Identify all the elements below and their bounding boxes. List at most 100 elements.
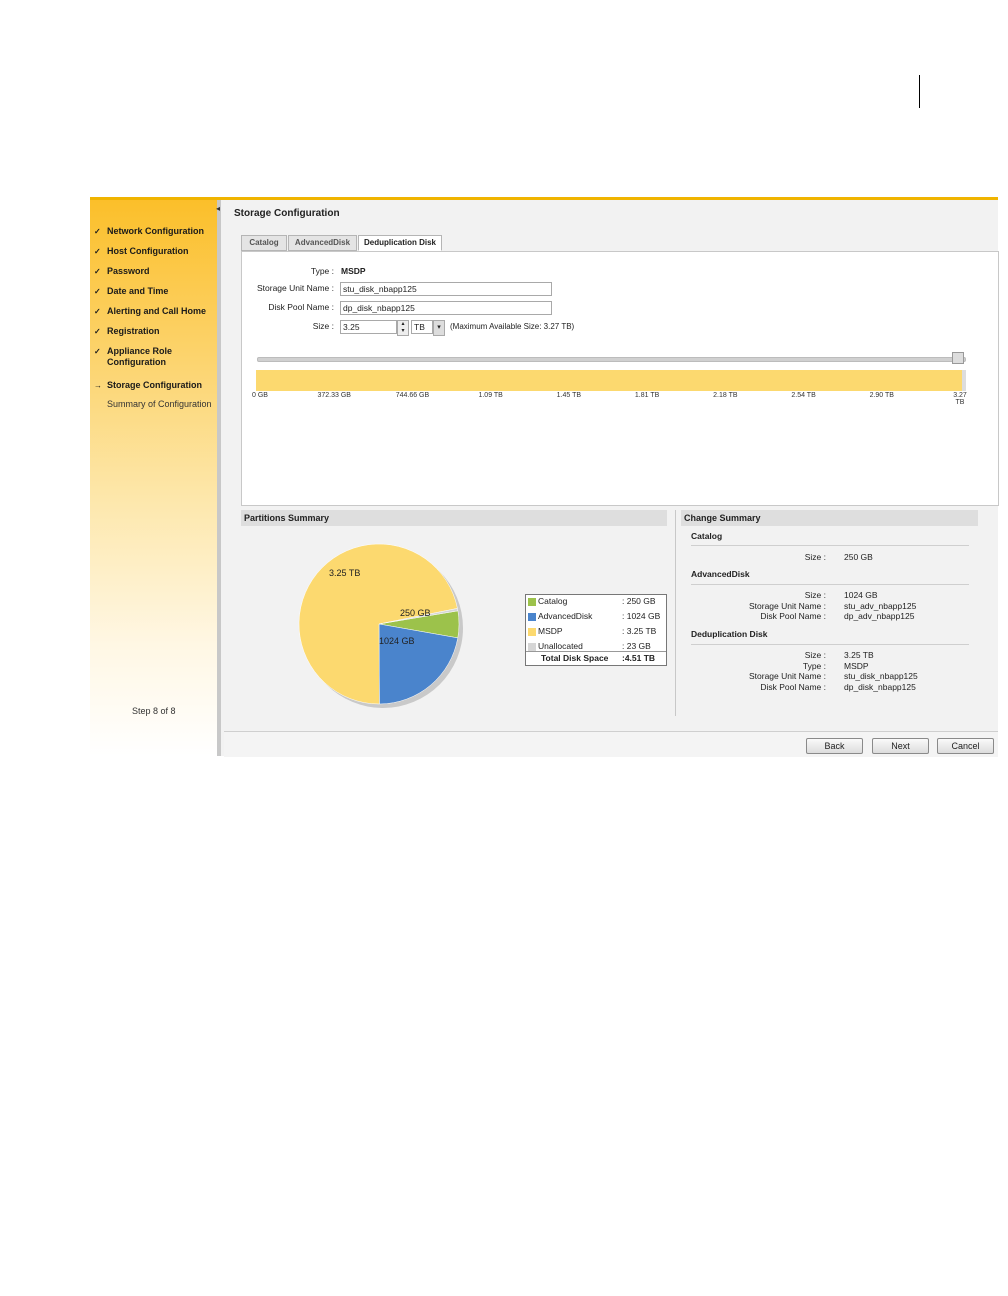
legend-name: Catalog [538, 596, 568, 606]
summary-dedup-stu-key: Storage Unit Name : [748, 671, 826, 681]
deduplication-disk-panel: Type : MSDP Storage Unit Name : stu_disk… [241, 251, 999, 506]
size-spinner[interactable]: ▴ ▾ [397, 320, 409, 336]
current-step-arrow-icon: → [94, 381, 102, 390]
scale-label: 2.54 TB [791, 392, 816, 399]
checkmark-icon: ✓ [94, 327, 101, 336]
checkmark-icon: ✓ [94, 247, 101, 256]
scale-label: 1.81 TB [634, 392, 660, 399]
next-button[interactable]: Next [872, 738, 929, 754]
scale-label: 3.27 TB [953, 392, 967, 406]
size-allocation-fill [256, 370, 962, 391]
legend-name: MSDP [538, 626, 563, 636]
storage-unit-name-input[interactable]: stu_disk_nbapp125 [340, 282, 552, 296]
legend-value: : 250 GB [622, 596, 656, 606]
summary-catalog-size-value: 250 GB [844, 552, 873, 562]
max-available-size: (Maximum Available Size: 3.27 TB) [450, 322, 575, 331]
summary-adv-dp-value: dp_adv_nbapp125 [844, 611, 915, 621]
main-content: Storage Configuration Catalog AdvancedDi… [224, 200, 999, 757]
sidebar-item-label: Host Configuration [107, 246, 189, 256]
legend-swatch-advanceddisk [528, 613, 536, 621]
scale-label: 2.90 TB [869, 392, 894, 399]
sidebar-item-label: Alerting and Call Home [107, 306, 207, 316]
summary-dedup-size-key: Size : [804, 650, 826, 660]
pie-label-advanceddisk: 1024 GB [379, 636, 415, 646]
legend-total-row: Total Disk Space :4.51 TB [526, 651, 666, 666]
scale-label: 0 GB [252, 392, 268, 399]
summary-catalog-size-key: Size : [804, 552, 826, 562]
unit-dropdown-button[interactable]: ▾ [433, 320, 445, 336]
tab-advanceddisk[interactable]: AdvancedDisk [288, 235, 357, 251]
partitions-pie-chart [298, 543, 463, 708]
legend-name: Unallocated [538, 641, 583, 651]
collapse-arrow-icon[interactable]: ◂ [216, 204, 220, 213]
size-input[interactable]: 3.25 [340, 320, 397, 334]
appliance-wizard-window: ✓ Network Configuration ✓ Host Configuratio… [90, 197, 999, 757]
scale-label: 2.18 TB [713, 392, 738, 399]
size-allocation-bar [256, 370, 966, 391]
summary-adv-stu-value: stu_adv_nbapp125 [844, 601, 917, 611]
summary-dedup-title: Deduplication Disk [691, 629, 768, 639]
sidebar-item-label: Date and Time [107, 286, 169, 296]
disk-pool-name-label: Disk Pool Name : [268, 302, 334, 312]
page-margin-rule [919, 75, 920, 108]
partitions-summary-panel: Partitions Summary 3.25 TB 250 GB 1024 G… [241, 510, 667, 716]
checkmark-icon: ✓ [94, 287, 101, 296]
legend-value: : 3.25 TB [622, 626, 657, 636]
page-title: Storage Configuration [234, 208, 340, 219]
legend-row-catalog: Catalog : 250 GB [526, 595, 666, 609]
summary-dedup-dp-key: Disk Pool Name : [760, 682, 826, 692]
type-label: Type : [310, 266, 334, 276]
scale-label: 1.45 TB [556, 392, 582, 399]
pie-label-catalog: 250 GB [400, 608, 431, 618]
total-disk-space-value: :4.51 TB [622, 653, 656, 663]
pie-label-msdp: 3.25 TB [329, 568, 361, 578]
legend-row-msdp: MSDP : 3.25 TB [526, 625, 666, 639]
sidebar-collapse-handle[interactable]: ◂ [216, 200, 221, 756]
spin-up-icon[interactable]: ▴ [398, 321, 408, 328]
legend-name: AdvancedDisk [538, 611, 593, 621]
wizard-steps-sidebar: ✓ Network Configuration ✓ Host Configuratio… [90, 200, 217, 756]
sidebar-item-label: Storage Configuration [107, 380, 202, 390]
legend-row-advanceddisk: AdvancedDisk : 1024 GB [526, 610, 666, 624]
legend-value: : 23 GB [622, 641, 651, 651]
sidebar-item-label: Appliance Role Configuration [107, 346, 173, 367]
checkmark-icon: ✓ [94, 267, 101, 276]
sidebar-item-label: Password [107, 266, 150, 276]
tab-catalog[interactable]: Catalog [241, 235, 287, 251]
size-slider-handle[interactable] [952, 352, 964, 364]
chevron-down-icon[interactable]: ▾ [437, 324, 441, 331]
cancel-button[interactable]: Cancel [937, 738, 994, 754]
summary-dedup-stu-value: stu_disk_nbapp125 [844, 671, 918, 681]
scale-label: 1.09 TB [478, 392, 503, 399]
sidebar-item-label: Summary of Configuration [107, 399, 212, 409]
total-disk-space-label: Total Disk Space [541, 653, 609, 663]
partitions-summary-header: Partitions Summary [241, 510, 667, 526]
scale-label: 372.33 GB [317, 392, 351, 399]
summary-adv-size-key: Size : [804, 590, 826, 600]
summary-dedup-size-value: 3.25 TB [844, 650, 874, 660]
checkmark-icon: ✓ [94, 227, 101, 236]
summary-adv-stu-key: Storage Unit Name : [748, 601, 826, 611]
size-label: Size : [312, 321, 334, 331]
summary-catalog-title: Catalog [691, 531, 723, 541]
divider [691, 545, 969, 546]
scale-label: 744.66 GB [395, 392, 430, 399]
summary-dedup-type-value: MSDP [844, 661, 869, 671]
sidebar-item-label: Network Configuration [107, 226, 204, 236]
legend-swatch-msdp [528, 628, 536, 636]
tab-deduplication-disk[interactable]: Deduplication Disk [358, 235, 442, 251]
change-summary-panel: Change Summary Catalog Size : 250 GB Adv… [675, 510, 998, 716]
legend-swatch-catalog [528, 598, 536, 606]
summary-dedup-dp-value: dp_disk_nbapp125 [844, 682, 916, 692]
unit-select[interactable]: TB [411, 320, 433, 334]
legend-swatch-unallocated [528, 643, 536, 651]
size-slider-track[interactable] [257, 357, 966, 362]
wizard-footer: Back Next Cancel [224, 731, 998, 757]
storage-unit-name-label: Storage Unit Name : [256, 283, 334, 293]
sidebar-item-label: Registration [107, 326, 160, 336]
spin-down-icon[interactable]: ▾ [398, 328, 408, 335]
back-button[interactable]: Back [806, 738, 863, 754]
summary-adv-dp-key: Disk Pool Name : [760, 611, 826, 621]
disk-pool-name-input[interactable]: dp_disk_nbapp125 [340, 301, 552, 315]
summary-dedup-type-key: Type : [802, 661, 826, 671]
